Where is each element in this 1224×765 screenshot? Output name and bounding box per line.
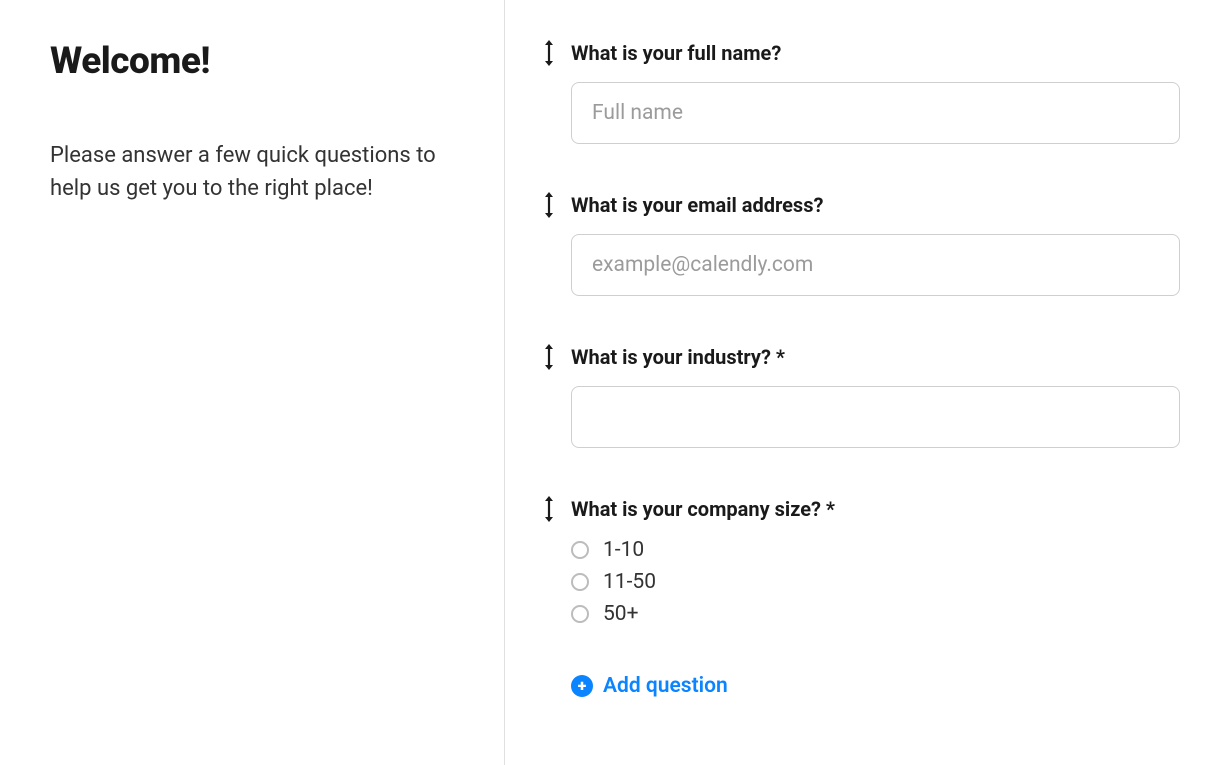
drag-handle-icon[interactable] <box>541 496 557 522</box>
radio-option-1-10[interactable]: 1-10 <box>571 538 1180 562</box>
drag-handle-icon[interactable] <box>541 192 557 218</box>
plus-circle-icon: + <box>571 675 593 697</box>
full-name-input[interactable] <box>571 82 1180 144</box>
input-container <box>571 234 1180 296</box>
add-question-button[interactable]: + Add question <box>571 674 1180 698</box>
radio-circle-icon <box>571 605 589 623</box>
welcome-title: Welcome! <box>50 40 454 83</box>
question-block-company-size: What is your company size? * 1-10 11-50 … <box>541 496 1180 626</box>
question-label: What is your email address? <box>571 193 823 217</box>
input-container <box>571 82 1180 144</box>
drag-handle-icon[interactable] <box>541 344 557 370</box>
radio-option-50-plus[interactable]: 50+ <box>571 602 1180 626</box>
form-builder-panel: What is your full name? What is your ema… <box>505 0 1224 765</box>
question-label: What is your company size? * <box>571 497 835 521</box>
input-container <box>571 386 1180 448</box>
industry-input[interactable] <box>571 386 1180 448</box>
plus-icon: + <box>578 678 587 694</box>
question-block-full-name: What is your full name? <box>541 40 1180 144</box>
question-header: What is your industry? * <box>541 344 1180 370</box>
question-label: What is your full name? <box>571 41 781 65</box>
question-block-industry: What is your industry? * <box>541 344 1180 448</box>
question-header: What is your company size? * <box>541 496 1180 522</box>
question-label: What is your industry? * <box>571 345 785 369</box>
radio-label: 11-50 <box>603 570 656 594</box>
radio-circle-icon <box>571 541 589 559</box>
welcome-subtitle: Please answer a few quick questions to h… <box>50 139 454 205</box>
intro-panel: Welcome! Please answer a few quick quest… <box>0 0 505 765</box>
question-header: What is your email address? <box>541 192 1180 218</box>
radio-option-11-50[interactable]: 11-50 <box>571 570 1180 594</box>
question-header: What is your full name? <box>541 40 1180 66</box>
question-block-email: What is your email address? <box>541 192 1180 296</box>
company-size-radio-group: 1-10 11-50 50+ <box>571 538 1180 626</box>
radio-circle-icon <box>571 573 589 591</box>
radio-label: 50+ <box>603 602 639 626</box>
email-input[interactable] <box>571 234 1180 296</box>
add-question-label: Add question <box>603 674 728 698</box>
radio-label: 1-10 <box>603 538 644 562</box>
drag-handle-icon[interactable] <box>541 40 557 66</box>
